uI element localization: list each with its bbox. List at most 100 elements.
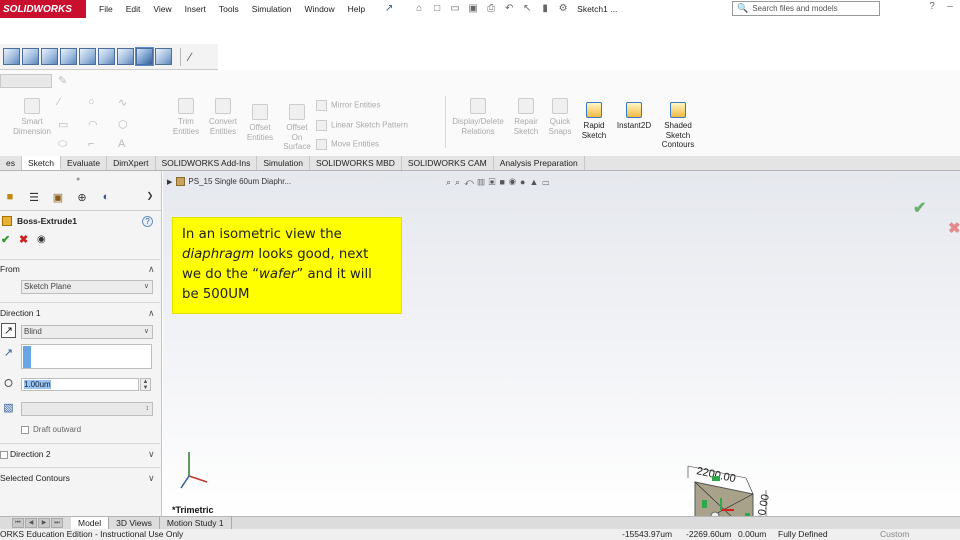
arc-icon[interactable]: ◠	[88, 118, 98, 131]
mirror-entities-button[interactable]: Mirror Entities	[316, 100, 380, 111]
heads-up-view-toolbar[interactable]: ⌕⌕↶▥▣■◉●▲▭	[446, 177, 553, 188]
draft-angle-input[interactable]: ↕	[21, 402, 153, 416]
midpoint-handle[interactable]	[712, 476, 720, 481]
property-manager-tab-icon[interactable]: ☰	[24, 191, 44, 207]
direction-selection-box[interactable]	[21, 344, 152, 369]
menu-view[interactable]: View	[153, 4, 171, 14]
view-left-icon[interactable]	[41, 48, 58, 65]
smart-dimension-button[interactable]: Smart Dimension	[8, 98, 56, 136]
line-icon[interactable]: ∕	[58, 96, 60, 108]
open-folder-icon[interactable]: ▭	[449, 3, 461, 15]
circle-icon[interactable]: ○	[88, 96, 95, 108]
expand-chevron-icon[interactable]: ∨	[148, 473, 155, 484]
selected-contours-title[interactable]: Selected Contours	[0, 473, 70, 483]
depth-input[interactable]: 1.00um	[21, 378, 139, 391]
save-icon[interactable]: ▣	[467, 3, 479, 15]
help-icon[interactable]: ?	[142, 216, 153, 227]
zoom-to-fit-icon[interactable]: ⌕	[446, 177, 455, 187]
expand-chevron-icon[interactable]: ∨	[148, 449, 155, 460]
expand-arrow-icon[interactable]: ▶	[167, 179, 172, 186]
configuration-manager-tab-icon[interactable]: ▣	[48, 191, 68, 207]
midpoint-handle[interactable]	[702, 500, 707, 508]
quick-snaps-button[interactable]: Quick Snaps	[544, 98, 576, 136]
dimxpert-manager-tab-icon[interactable]: ⊕	[72, 191, 92, 207]
extrude-preview-model[interactable]: 2200.00 2200.00	[678, 456, 788, 516]
menu-simulation[interactable]: Simulation	[252, 4, 292, 14]
section-view-icon[interactable]: ▥	[478, 177, 489, 187]
previous-view-icon[interactable]: ↶	[464, 177, 478, 187]
tab-cam[interactable]: SOLIDWORKS CAM	[402, 156, 494, 170]
view-settings-icon[interactable]: ▭	[542, 177, 553, 187]
view-front-icon[interactable]	[3, 48, 20, 65]
tab-motion-study[interactable]: Motion Study 1	[160, 516, 232, 530]
direction2-group-title[interactable]: Direction 2	[0, 449, 51, 459]
panel-grip-icon[interactable]: ●	[76, 176, 80, 183]
flyout-feature-tree[interactable]: ▶ PS_15 Single 60um Diaphr...	[167, 177, 291, 187]
spline-icon[interactable]: ∿	[118, 96, 127, 109]
from-group-title[interactable]: From	[0, 264, 20, 274]
more-tabs-icon[interactable]: ❯	[140, 191, 160, 207]
detailed-preview-eye-icon[interactable]: ◉	[37, 234, 46, 245]
linear-sketch-pattern-button[interactable]: Linear Sketch Pattern	[316, 120, 408, 131]
display-manager-tab-icon[interactable]: ◐	[96, 191, 116, 207]
tab-simulation[interactable]: Simulation	[257, 156, 311, 170]
unit-system[interactable]: Custom	[880, 529, 909, 540]
slot-icon[interactable]: ⬭	[58, 138, 67, 151]
tab-analysis-preparation[interactable]: Analysis Preparation	[494, 156, 585, 170]
pin-icon[interactable]: ↗	[383, 3, 395, 15]
solidworks-logo[interactable]: SOLIDWORKS	[0, 0, 86, 18]
undo-icon[interactable]: ↶	[503, 3, 515, 15]
menu-file[interactable]: File	[99, 4, 113, 14]
display-delete-relations-button[interactable]: Display/Delete Relations	[448, 98, 508, 136]
draft-icon[interactable]: ▧	[1, 401, 16, 416]
menu-help[interactable]: Help	[348, 4, 365, 14]
options-icon[interactable]: ⚙	[557, 3, 569, 15]
fillet-icon[interactable]: ⌐	[88, 138, 94, 150]
tab-addins[interactable]: SOLIDWORKS Add-Ins	[156, 156, 258, 170]
instant2d-button[interactable]: Instant2D	[612, 102, 656, 131]
confirmation-cancel-icon[interactable]: ✖	[948, 219, 960, 237]
view-trimetric-icon[interactable]	[135, 47, 154, 66]
view-orientation-icon[interactable]: ▣	[489, 177, 500, 187]
menu-window[interactable]: Window	[304, 4, 334, 14]
move-entities-button[interactable]: Move Entities	[316, 139, 379, 150]
search-input[interactable]: 🔍 Search files and models	[732, 1, 880, 16]
dimension-width[interactable]: 2200.00	[695, 465, 736, 485]
minimize-icon[interactable]: –	[944, 1, 956, 13]
collapse-chevron-icon[interactable]: ∧	[148, 308, 155, 319]
tab-model[interactable]: Model	[71, 516, 110, 530]
offset-on-surface-button[interactable]: Offset On Surface	[280, 104, 314, 152]
new-document-icon[interactable]: □	[431, 3, 443, 15]
view-right-icon[interactable]	[60, 48, 77, 65]
offset-entities-button[interactable]: Offset Entities	[244, 104, 276, 142]
view-bottom-icon[interactable]	[98, 48, 115, 65]
tab-evaluate[interactable]: Evaluate	[61, 156, 108, 170]
view-dimetric-icon[interactable]	[155, 48, 172, 65]
cancel-x-icon[interactable]: ✖	[19, 233, 28, 246]
tab-dimxpert[interactable]: DimXpert	[107, 156, 156, 170]
view-top-icon[interactable]	[79, 48, 96, 65]
trim-entities-button[interactable]: Trim Entities	[170, 98, 202, 136]
direction1-group-title[interactable]: Direction 1	[0, 308, 41, 318]
ribbon-dropdown[interactable]	[0, 74, 52, 88]
from-select[interactable]: Sketch Plane ∨	[21, 280, 153, 294]
tab-mbd[interactable]: SOLIDWORKS MBD	[310, 156, 402, 170]
tab-3d-views[interactable]: 3D Views	[109, 516, 160, 530]
help-icon[interactable]: ?	[926, 1, 938, 13]
next-tab-arrow-icon[interactable]: ▶	[38, 518, 50, 528]
rapid-sketch-button[interactable]: Rapid Sketch	[578, 102, 610, 140]
collapse-chevron-icon[interactable]: ∧	[148, 264, 155, 275]
reverse-direction-icon[interactable]: ↗	[1, 323, 16, 338]
convert-entities-button[interactable]: Convert Entities	[204, 98, 242, 136]
draft-outward-checkbox[interactable]	[21, 426, 29, 434]
scene-icon[interactable]: ▲	[529, 177, 542, 187]
shaded-sketch-contours-button[interactable]: Shaded Sketch Contours	[656, 102, 700, 150]
print-icon[interactable]: ⎙	[485, 3, 497, 15]
link-views-icon[interactable]: ∕	[189, 50, 191, 64]
rectangle-icon[interactable]: ▭	[58, 118, 68, 131]
rebuild-icon[interactable]: ▮	[539, 3, 551, 15]
feature-manager-tab-icon[interactable]: ■	[0, 191, 20, 207]
ok-check-icon[interactable]: ✔	[1, 233, 10, 246]
direction2-checkbox[interactable]	[0, 450, 8, 459]
end-condition-select[interactable]: Blind ∨	[21, 325, 153, 339]
